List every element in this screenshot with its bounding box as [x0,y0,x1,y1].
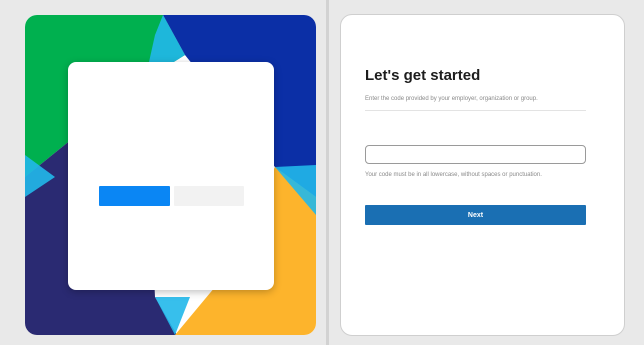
page-title: Let's get started [365,67,481,84]
next-button[interactable]: Next [365,205,586,225]
mock-secondary-button [174,186,244,206]
code-hint-text: Your code must be in all lowercase, with… [365,172,542,178]
signup-code-card: Let's get started Enter the code provide… [340,14,625,336]
code-input[interactable] [365,145,586,164]
instructions-text: Enter the code provided by your employer… [365,96,538,102]
mock-primary-button [99,186,170,206]
onboarding-illustration [25,15,316,335]
panel-divider [326,0,329,345]
separator-line [365,110,586,111]
mock-dialog-card [68,62,274,290]
